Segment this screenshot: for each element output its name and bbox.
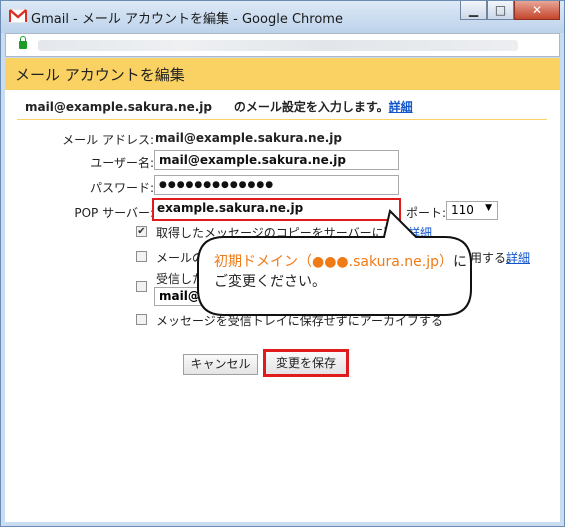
- minimize-icon: ▁: [468, 3, 479, 17]
- intro-line: mail@example.sakura.ne.jp のメール設定を入力します。詳…: [25, 98, 413, 115]
- username-field[interactable]: mail@example.sakura.ne.jp: [154, 150, 399, 170]
- browser-window: Gmail - メール アカウントを編集 - Google Chrome ▁ □…: [0, 0, 565, 527]
- maximize-icon: □: [494, 3, 507, 17]
- window-controls: ▁ □ ✕: [460, 1, 560, 21]
- callout-line1-tail: に: [453, 254, 468, 270]
- pop-server-field[interactable]: example.sakura.ne.jp: [152, 198, 401, 221]
- divider: [17, 119, 547, 120]
- port-value: 110: [451, 203, 474, 217]
- page-title: メール アカウントを編集: [15, 66, 185, 84]
- address-bar[interactable]: [5, 33, 560, 57]
- password-label: パスワード:: [89, 181, 154, 195]
- intro-text: のメール設定を入力します。: [233, 100, 389, 114]
- leave-copy-checkbox[interactable]: ✔: [136, 226, 147, 237]
- archive-checkbox[interactable]: [136, 314, 147, 325]
- close-icon: ✕: [531, 3, 543, 17]
- email-label: メール アドレス:: [62, 133, 154, 147]
- callout-text: 初期ドメイン（●●●.sakura.ne.jp）に ご変更ください。: [214, 252, 467, 292]
- port-label: ポート:: [406, 206, 447, 220]
- gmail-icon: [9, 9, 27, 23]
- callout-domain-text: 初期ドメイン（●●●.sakura.ne.jp）: [214, 254, 454, 270]
- maximize-button[interactable]: □: [487, 1, 514, 20]
- chevron-down-icon: ▼: [485, 203, 492, 213]
- email-value: mail@example.sakura.ne.jp: [155, 131, 342, 145]
- lock-icon: [19, 36, 27, 49]
- window-title: Gmail - メール アカウントを編集 - Google Chrome: [31, 12, 343, 27]
- header-banner: メール アカウントを編集: [5, 58, 560, 90]
- ssl-details-link[interactable]: 詳細: [506, 249, 530, 266]
- intro-email: mail@example.sakura.ne.jp: [25, 100, 212, 114]
- port-select[interactable]: 110 ▼: [446, 201, 498, 220]
- close-button[interactable]: ✕: [514, 1, 560, 20]
- username-label: ユーザー名:: [90, 156, 154, 170]
- title-bar: Gmail - メール アカウントを編集 - Google Chrome ▁ □…: [1, 1, 564, 33]
- pop-server-label: POP サーバー:: [74, 206, 154, 220]
- ssl-checkbox[interactable]: [136, 251, 147, 262]
- save-button[interactable]: 変更を保存: [263, 349, 349, 377]
- label-incoming-checkbox[interactable]: [136, 281, 147, 292]
- blurred-url: [38, 40, 518, 51]
- minimize-button[interactable]: ▁: [460, 1, 487, 20]
- intro-details-link[interactable]: 詳細: [389, 100, 413, 114]
- callout-line1: 初期ドメイン（●●●.sakura.ne.jp）に: [214, 252, 467, 272]
- password-field[interactable]: ●●●●●●●●●●●●●: [154, 175, 399, 195]
- cancel-button[interactable]: キャンセル: [183, 354, 258, 375]
- callout-line2: ご変更ください。: [214, 274, 326, 290]
